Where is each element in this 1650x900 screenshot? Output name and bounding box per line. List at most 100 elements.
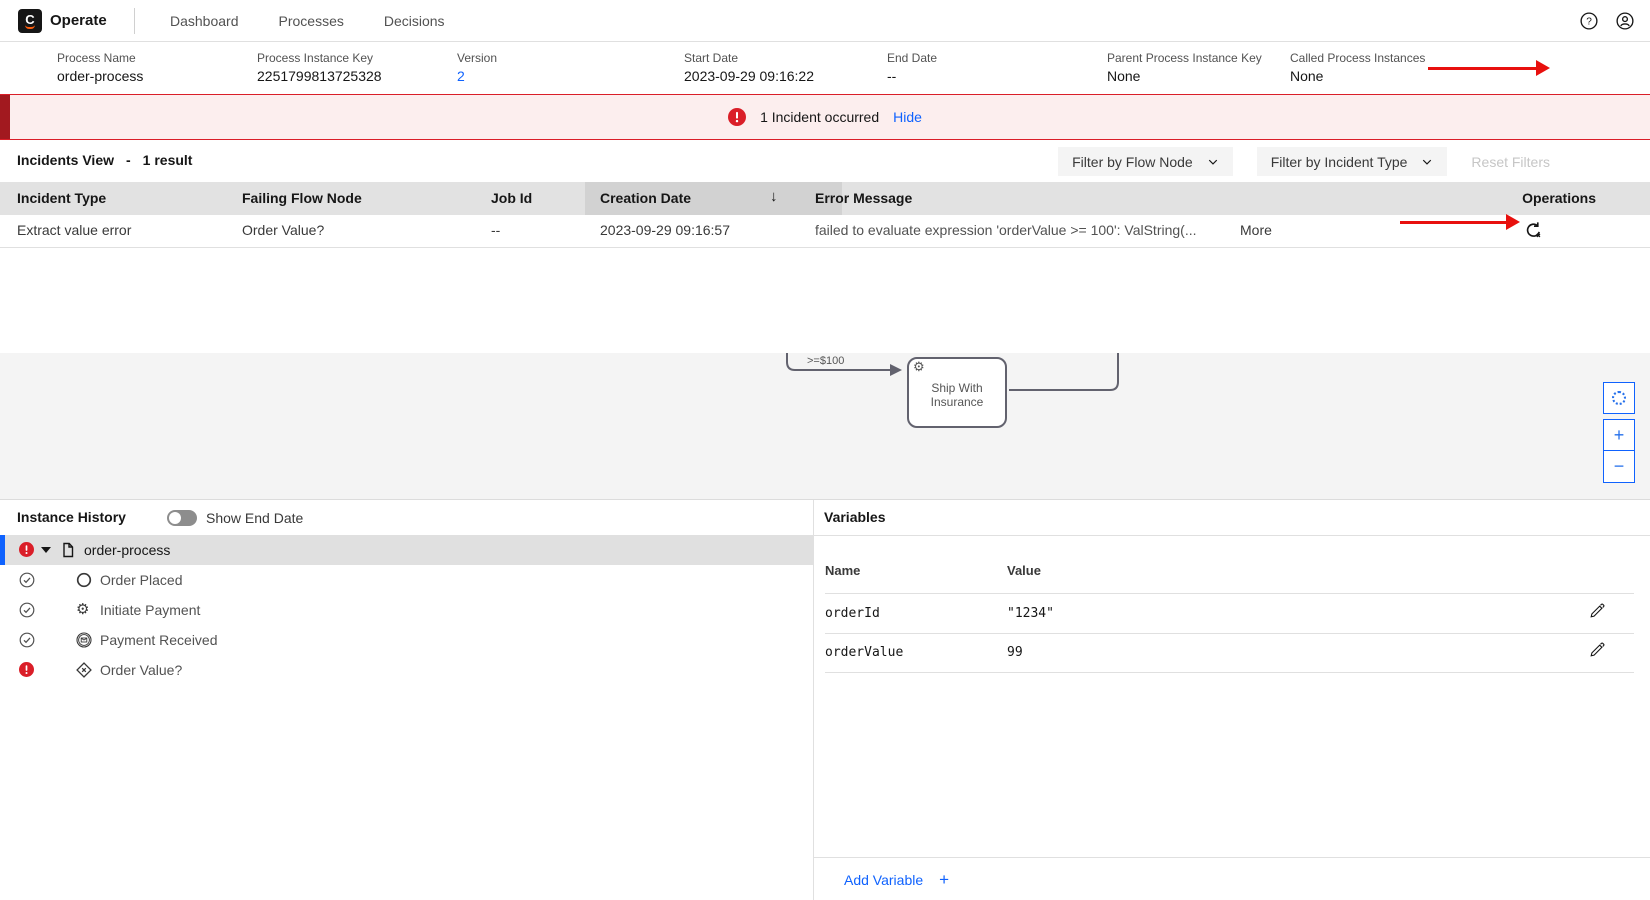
reset-filters-button[interactable]: Reset Filters: [1471, 154, 1550, 170]
variable-name: orderId: [825, 606, 880, 621]
field-label: Version: [457, 51, 497, 65]
logo-letter: C: [25, 14, 34, 25]
incidents-view-title-group: Incidents View - 1 result: [17, 152, 192, 168]
show-end-date-toggle[interactable]: [167, 510, 197, 526]
col-operations: Operations: [1522, 190, 1596, 206]
variables-footer-divider: [814, 857, 1650, 858]
filter-flow-node-label: Filter by Flow Node: [1072, 154, 1193, 170]
field-value: --: [887, 68, 896, 84]
col-creation-date[interactable]: Creation Date: [600, 190, 691, 206]
process-document-icon: [60, 542, 76, 558]
collapse-caret-icon[interactable]: [41, 547, 51, 553]
retry-incident-icon[interactable]: [1524, 221, 1543, 240]
service-task-gear-icon: ⚙: [913, 359, 925, 375]
incidents-view-title: Incidents View: [17, 152, 114, 168]
variables-title: Variables: [824, 509, 886, 525]
message-event-icon: [76, 632, 92, 648]
filter-by-incident-type-dropdown[interactable]: Filter by Incident Type: [1257, 147, 1448, 176]
diagram-zoom-out-button[interactable]: −: [1603, 451, 1635, 483]
nav-links: Dashboard Processes Decisions: [170, 0, 445, 42]
field-label: Start Date: [684, 51, 738, 65]
filter-by-flow-node-dropdown[interactable]: Filter by Flow Node: [1058, 147, 1233, 176]
annotation-arrow-header: [1428, 60, 1550, 77]
variable-name: orderValue: [825, 645, 903, 660]
camunda-logo[interactable]: C: [18, 9, 42, 33]
incidents-view-bar: Incidents View - 1 result Filter by Flow…: [0, 140, 1650, 182]
incident-banner-icon: [728, 108, 746, 126]
bpmn-diagram-canvas[interactable]: >=$100 ⚙ Ship With Insurance + −: [0, 353, 1650, 500]
history-row-initiate-payment[interactable]: ⚙ Initiate Payment: [0, 595, 813, 625]
completed-status-icon: [19, 632, 35, 648]
field-value: None: [1107, 68, 1140, 84]
history-node-label: Payment Received: [100, 632, 218, 648]
completed-status-icon: [19, 602, 35, 618]
incident-status-icon: [19, 662, 34, 677]
field-value: 2251799813725328: [257, 68, 382, 84]
version-link[interactable]: 2: [457, 68, 465, 84]
exclusive-gateway-icon: [76, 662, 92, 678]
incidents-table-header: Incident Type Failing Flow Node Job Id C…: [0, 182, 1650, 215]
help-icon[interactable]: ?: [1580, 12, 1598, 30]
chevron-down-icon: [1421, 156, 1433, 168]
hide-incidents-link[interactable]: Hide: [893, 109, 922, 125]
history-node-label: order-process: [84, 542, 170, 558]
job-id-cell: --: [491, 222, 500, 238]
field-value: None: [1290, 68, 1323, 84]
field-label: Process Instance Key: [257, 51, 373, 65]
history-row-order-value[interactable]: Order Value?: [0, 655, 813, 685]
edit-variable-icon[interactable]: [1589, 642, 1605, 658]
plus-icon: +: [1614, 425, 1625, 446]
incidents-view-separator: -: [126, 152, 131, 168]
history-node-label: Order Placed: [100, 572, 182, 588]
incidents-result-count: 1 result: [143, 152, 193, 168]
bpmn-task-ship-with-insurance[interactable]: ⚙ Ship With Insurance: [907, 357, 1007, 428]
bpmn-task-label: Ship With Insurance: [909, 381, 1005, 409]
nav-item-dashboard[interactable]: Dashboard: [170, 13, 239, 29]
diagram-zoom-in-button[interactable]: +: [1603, 419, 1635, 451]
history-node-label: Order Value?: [100, 662, 182, 678]
instance-header: Process Name order-process Process Insta…: [0, 42, 1650, 94]
service-task-gear-icon: ⚙: [76, 602, 89, 617]
incidents-filters: Filter by Flow Node Filter by Incident T…: [1058, 147, 1550, 176]
nav-item-decisions[interactable]: Decisions: [384, 13, 445, 29]
field-label: Called Process Instances: [1290, 51, 1425, 65]
user-icon[interactable]: [1616, 12, 1634, 30]
history-node-label: Initiate Payment: [100, 602, 200, 618]
annotation-arrow-incident-row: [1400, 214, 1520, 231]
edit-variable-icon[interactable]: [1589, 603, 1605, 619]
row-divider: [825, 593, 1634, 594]
svg-text:?: ?: [1586, 17, 1592, 28]
incident-banner: 1 Incident occurred Hide: [0, 94, 1650, 140]
reset-view-icon: [1612, 391, 1626, 405]
history-row-payment-received[interactable]: Payment Received: [0, 625, 813, 655]
diagram-reset-view-button[interactable]: [1603, 382, 1635, 414]
variables-col-value: Value: [1007, 563, 1041, 578]
instance-history-title: Instance History: [17, 509, 126, 525]
instance-history-header: Instance History Show End Date: [0, 500, 813, 535]
variables-header-divider: [814, 535, 1650, 536]
error-message-more-link[interactable]: More: [1240, 222, 1272, 238]
col-job-id: Job Id: [491, 190, 532, 206]
history-row-order-process[interactable]: order-process: [0, 535, 813, 565]
incident-banner-text: 1 Incident occurred: [760, 109, 879, 125]
show-end-date-label: Show End Date: [206, 510, 303, 526]
incident-banner-edge: [0, 95, 10, 139]
variable-value: "1234": [1007, 606, 1054, 621]
minus-icon: −: [1614, 456, 1625, 477]
operate-process-instance-page: C Operate Dashboard Processes Decisions …: [0, 0, 1650, 900]
instance-history-panel: Instance History Show End Date order-pro…: [0, 500, 813, 900]
app-title: Operate: [50, 12, 107, 29]
failing-flow-node-cell: Order Value?: [242, 222, 324, 238]
history-row-order-placed[interactable]: Order Placed: [0, 565, 813, 595]
add-variable-button[interactable]: Add Variable +: [844, 870, 949, 890]
col-incident-type: Incident Type: [17, 190, 106, 206]
nav-item-processes[interactable]: Processes: [279, 13, 344, 29]
sort-descending-icon[interactable]: ↓: [770, 188, 778, 205]
start-event-icon: [76, 572, 92, 588]
field-value: 2023-09-29 09:16:22: [684, 68, 814, 84]
selected-row-indicator: [0, 535, 5, 565]
add-variable-label: Add Variable: [844, 872, 923, 888]
diagram-zoom-controls: + −: [1603, 382, 1635, 483]
incident-status-icon: [19, 542, 34, 557]
variable-value: 99: [1007, 645, 1023, 660]
